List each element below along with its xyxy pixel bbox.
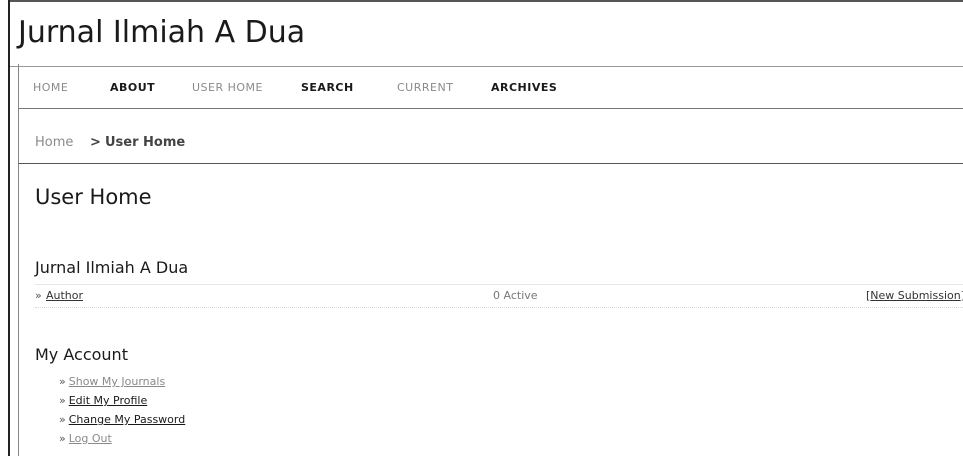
nav-archives[interactable]: ARCHIVES: [491, 81, 557, 94]
account-links: » Show My Journals » Edit My Profile » Chan…: [59, 375, 185, 451]
list-item: » Show My Journals: [59, 375, 185, 394]
bullet-icon: »: [59, 432, 66, 445]
change-my-password-link[interactable]: Change My Password: [69, 413, 186, 426]
page-frame: Jurnal Ilmiah A Dua HOME ABOUT USER HOME…: [8, 0, 963, 456]
my-account-heading: My Account: [35, 345, 128, 364]
list-item: » Change My Password: [59, 413, 185, 432]
nav-home[interactable]: HOME: [33, 81, 68, 94]
edit-my-profile-link[interactable]: Edit My Profile: [69, 394, 148, 407]
author-link[interactable]: Author: [46, 289, 83, 302]
breadcrumb: Home > User Home: [18, 109, 963, 164]
nav-user-home[interactable]: USER HOME: [192, 81, 263, 94]
breadcrumb-separator: >: [90, 135, 101, 150]
header: Jurnal Ilmiah A Dua: [10, 0, 963, 67]
breadcrumb-home-link[interactable]: Home: [35, 135, 73, 150]
log-out-link[interactable]: Log Out: [69, 432, 112, 445]
role-row-author: » Author 0 Active [New Submission]: [35, 284, 963, 308]
list-item: » Log Out: [59, 432, 185, 451]
bullet-icon: »: [59, 413, 66, 426]
site-title: Jurnal Ilmiah A Dua: [18, 15, 306, 50]
new-submission: [New Submission]: [866, 289, 963, 302]
main-content: User Home Jurnal Ilmiah A Dua » Author 0…: [18, 164, 963, 456]
nav-search[interactable]: SEARCH: [301, 81, 354, 94]
show-my-journals-link[interactable]: Show My Journals: [69, 375, 165, 388]
bullet-icon: »: [35, 289, 42, 302]
navbar: HOME ABOUT USER HOME SEARCH CURRENT ARCH…: [18, 64, 963, 109]
new-submission-link[interactable]: New Submission: [870, 289, 960, 302]
list-item: » Edit My Profile: [59, 394, 185, 413]
bullet-icon: »: [59, 394, 66, 407]
journal-heading: Jurnal Ilmiah A Dua: [35, 258, 189, 277]
nav-about[interactable]: ABOUT: [110, 81, 155, 94]
active-count: 0 Active: [493, 289, 538, 302]
page-title: User Home: [35, 185, 152, 209]
bullet-icon: »: [59, 375, 66, 388]
breadcrumb-current: User Home: [105, 135, 186, 150]
nav-current[interactable]: CURRENT: [397, 81, 453, 94]
